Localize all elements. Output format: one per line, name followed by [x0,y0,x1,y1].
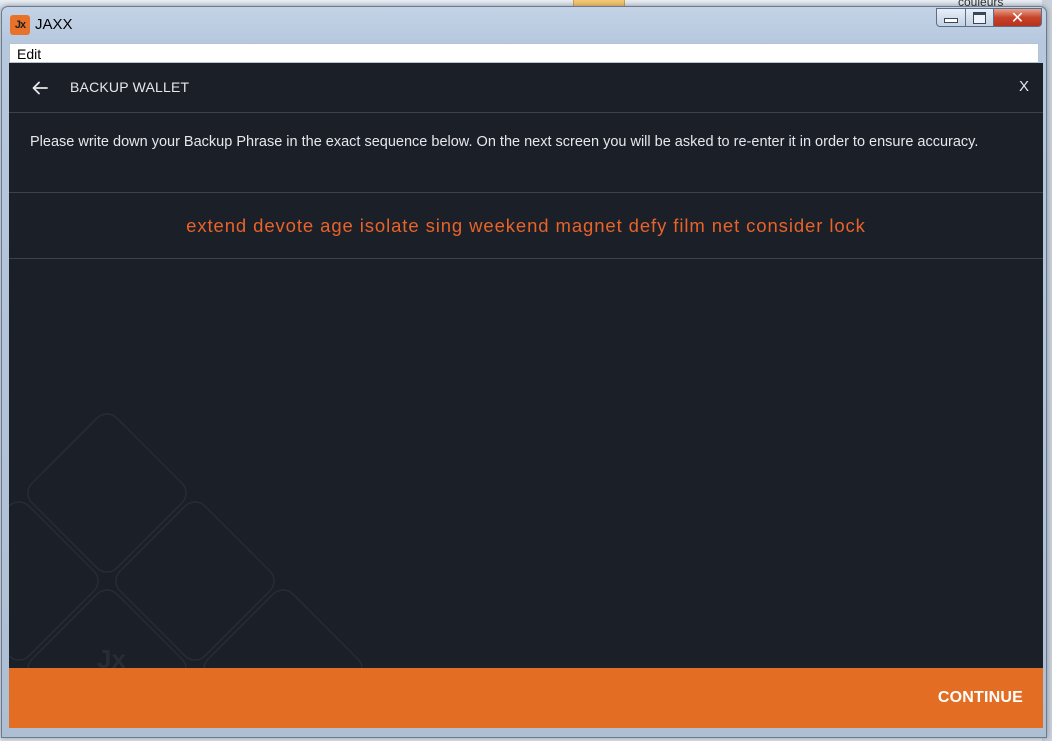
close-icon: ✕ [1010,9,1025,27]
jaxx-logo-icon: Jx [10,15,30,35]
backup-phrase: extend devote age isolate sing weekend m… [186,215,866,236]
title-bar[interactable]: Jx JAXX ✕ [2,7,1046,41]
continue-button[interactable]: CONTINUE [9,668,1043,728]
divider [9,192,1043,193]
close-screen-button[interactable]: X [1019,78,1029,95]
continue-label: CONTINUE [937,689,1023,706]
close-window-button[interactable]: ✕ [994,8,1042,27]
window-controls: ✕ [936,8,1042,27]
maximize-icon [973,11,986,24]
backup-instructions: Please write down your Backup Phrase in … [30,134,979,150]
minimize-button[interactable] [936,8,966,27]
menu-item-edit[interactable]: Edit [17,46,41,62]
page-title: BACKUP WALLET [70,79,190,95]
jaxx-window: Jx JAXX ✕ Edit BACKUP WALLET X Please wr… [1,6,1047,738]
backup-wallet-screen: BACKUP WALLET X Please write down your B… [9,63,1043,728]
minimize-icon [944,18,958,23]
menu-bar: Edit [9,43,1039,63]
divider [9,258,1043,259]
jaxx-watermark-icon: Jx [9,413,363,683]
maximize-button[interactable] [966,8,994,27]
arrow-left-icon[interactable] [31,79,49,97]
window-title: JAXX [35,16,73,33]
screen-header: BACKUP WALLET X [9,63,1043,113]
